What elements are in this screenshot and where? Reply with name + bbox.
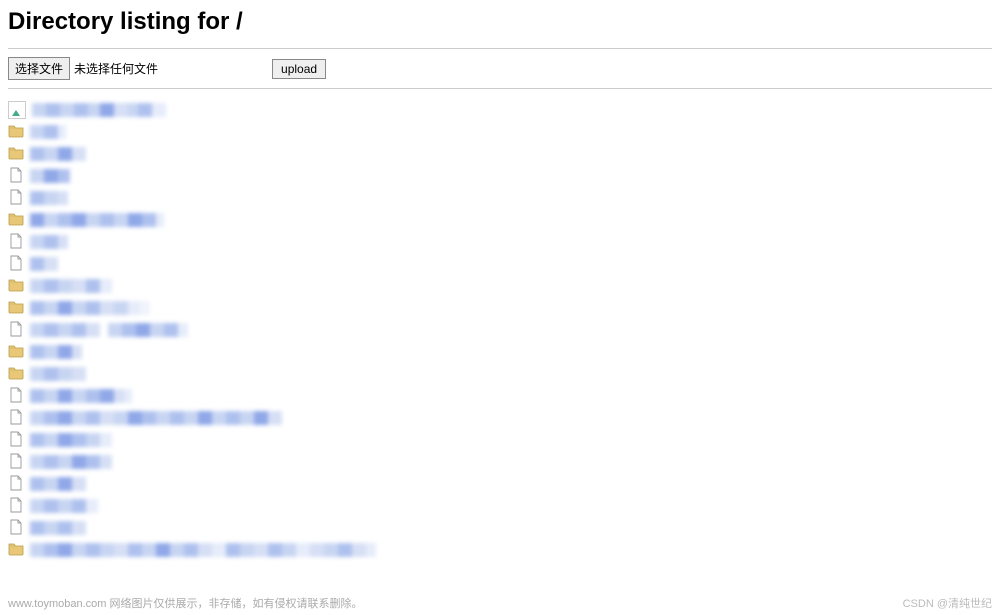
item-name-redacted	[30, 125, 66, 139]
file-icon	[8, 409, 24, 428]
footer-disclaimer: www.toymoban.com 网络图片仅供展示，非存储，如有侵权请联系删除。	[8, 595, 362, 611]
item-name-redacted	[30, 191, 68, 205]
choose-file-button[interactable]: 选择文件	[8, 57, 70, 80]
item-name-redacted	[30, 213, 164, 227]
upload-form: 选择文件 未选择任何文件 upload	[8, 53, 992, 84]
folder-icon	[8, 211, 24, 230]
file-icon	[8, 321, 24, 340]
list-item[interactable]	[8, 319, 992, 341]
item-name-redacted	[30, 521, 86, 535]
item-name-redacted	[30, 345, 82, 359]
list-item[interactable]	[8, 165, 992, 187]
list-item[interactable]	[8, 385, 992, 407]
list-item[interactable]	[8, 231, 992, 253]
file-icon	[8, 519, 24, 538]
item-name-redacted	[30, 411, 282, 425]
upload-button[interactable]: upload	[272, 59, 326, 79]
folder-icon	[8, 145, 24, 164]
list-item[interactable]	[8, 429, 992, 451]
list-item[interactable]	[8, 297, 992, 319]
item-name-redacted	[30, 543, 376, 557]
file-icon	[8, 431, 24, 450]
file-icon	[8, 167, 24, 186]
item-name-redacted	[30, 147, 86, 161]
footer-watermark: CSDN @清纯世纪	[903, 595, 992, 611]
file-status-text: 未选择任何文件	[74, 60, 158, 77]
item-name-redacted	[30, 367, 86, 381]
item-name-redacted	[30, 433, 112, 447]
file-icon	[8, 475, 24, 494]
file-icon	[8, 453, 24, 472]
folder-icon	[8, 343, 24, 362]
folder-icon	[8, 365, 24, 384]
list-item[interactable]	[8, 253, 992, 275]
list-item[interactable]	[8, 143, 992, 165]
item-name-redacted	[30, 169, 70, 183]
divider	[8, 88, 992, 89]
list-item[interactable]	[8, 209, 992, 231]
divider	[8, 48, 992, 49]
list-item[interactable]	[8, 473, 992, 495]
item-name-redacted	[30, 323, 188, 337]
file-icon	[8, 387, 24, 406]
list-item[interactable]	[8, 187, 992, 209]
item-name-redacted	[30, 279, 112, 293]
item-name-redacted	[30, 235, 68, 249]
item-name-redacted	[30, 499, 98, 513]
folder-icon	[8, 299, 24, 318]
file-icon	[8, 497, 24, 516]
page-title: Directory listing for /	[8, 8, 992, 36]
file-icon	[8, 189, 24, 208]
list-item[interactable]	[8, 275, 992, 297]
list-item[interactable]	[8, 407, 992, 429]
folder-icon	[8, 277, 24, 296]
list-item[interactable]	[8, 495, 992, 517]
item-name-redacted	[30, 301, 150, 315]
broken-icon	[8, 101, 26, 119]
file-icon	[8, 233, 24, 252]
list-item[interactable]	[8, 451, 992, 473]
list-item[interactable]	[8, 341, 992, 363]
folder-icon	[8, 541, 24, 560]
item-name-redacted	[30, 257, 58, 271]
item-name-redacted	[30, 389, 132, 403]
list-item[interactable]	[8, 99, 992, 121]
directory-listing	[8, 93, 992, 561]
list-item[interactable]	[8, 363, 992, 385]
list-item[interactable]	[8, 517, 992, 539]
folder-icon	[8, 123, 24, 142]
file-icon	[8, 255, 24, 274]
list-item[interactable]	[8, 121, 992, 143]
list-item[interactable]	[8, 539, 992, 561]
item-name-redacted	[32, 103, 166, 117]
item-name-redacted	[30, 477, 86, 491]
item-name-redacted	[30, 455, 112, 469]
